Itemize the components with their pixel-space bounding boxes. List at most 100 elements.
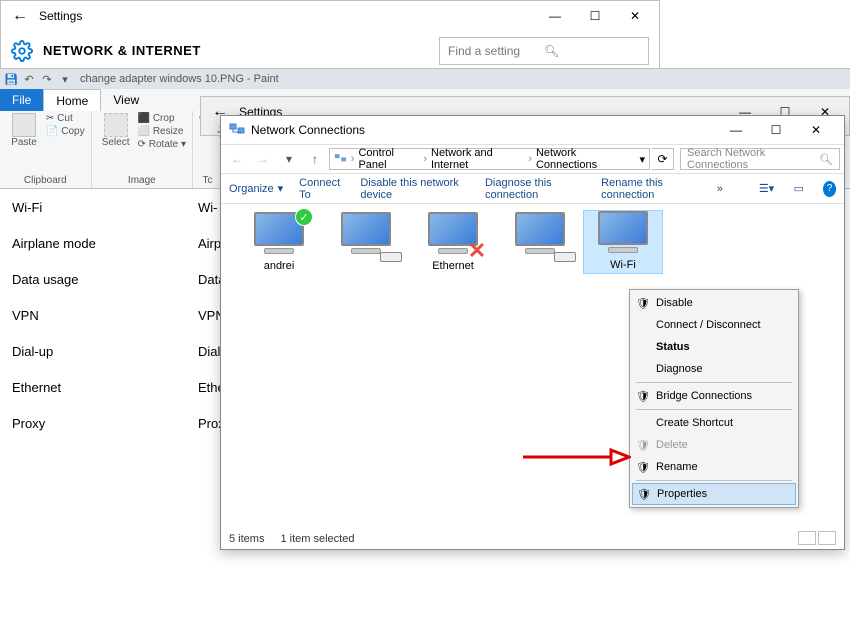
- nav-back-button[interactable]: ←: [225, 147, 249, 171]
- sidebar-item-dialup[interactable]: Dial-up: [0, 333, 190, 369]
- redo-icon[interactable]: ↷: [40, 72, 54, 86]
- window-title: Settings: [35, 9, 535, 23]
- clipboard-label: Clipboard: [6, 175, 85, 186]
- sidebar-item-data-usage[interactable]: Data usage: [0, 261, 190, 297]
- search-input[interactable]: Find a setting 🔍︎: [439, 37, 649, 65]
- ctx-separator: [636, 382, 792, 383]
- rename-button[interactable]: Rename this connection: [601, 177, 697, 201]
- organize-button[interactable]: Organize ▾: [229, 182, 283, 195]
- ctx-diagnose[interactable]: Diagnose: [632, 358, 796, 380]
- back-button[interactable]: ←: [5, 7, 35, 25]
- sidebar-item-wifi[interactable]: Wi-Fi: [0, 189, 190, 225]
- nc-body: ✓ andrei ✕ Ethernet Wi-Fi 🛡︎Disable Conn…: [221, 204, 844, 524]
- ctx-rename[interactable]: 🛡︎Rename: [632, 456, 796, 478]
- close-button[interactable]: ✕: [615, 1, 655, 31]
- ctx-disable[interactable]: 🛡︎Disable: [632, 292, 796, 314]
- view-icons-button[interactable]: [818, 531, 836, 545]
- tab-home[interactable]: Home: [43, 89, 101, 111]
- paint-quick-access: 💾︎ ↶ ↷ ▾ change adapter windows 10.PNG -…: [0, 69, 850, 89]
- ctx-properties[interactable]: 🛡︎Properties: [632, 483, 796, 505]
- sidebar-item-vpn[interactable]: VPN: [0, 297, 190, 333]
- gear-icon: [11, 40, 33, 62]
- breadcrumb-1[interactable]: Control Panel: [358, 147, 419, 171]
- breadcrumb-2[interactable]: Network and Internet: [431, 147, 524, 171]
- view-options-button[interactable]: ☰▾: [758, 179, 774, 199]
- ctx-delete: 🛡︎Delete: [632, 434, 796, 456]
- tab-file[interactable]: File: [0, 89, 43, 111]
- status-selected: 1 item selected: [280, 533, 354, 545]
- nc-toolbar: Organize ▾ Connect To Disable this netwo…: [221, 174, 844, 204]
- settings-sidebar-canvas: Wi-Fi Airplane mode Data usage VPN Dial-…: [0, 189, 190, 441]
- x-icon: ✕: [467, 238, 487, 258]
- shield-icon: 🛡︎: [637, 487, 651, 501]
- save-icon[interactable]: 💾︎: [4, 72, 18, 86]
- nc-titlebar: Network Connections ― ☐ ✕: [221, 116, 844, 144]
- qat-more-icon[interactable]: ▾: [58, 72, 72, 86]
- settings-window-1: ← Settings ― ☐ ✕ NETWORK & INTERNET Find…: [0, 0, 660, 72]
- help-button[interactable]: ?: [823, 181, 836, 197]
- address-box[interactable]: › Control Panel › Network and Internet ›…: [329, 148, 650, 170]
- annotation-arrow: [521, 447, 631, 467]
- sidebar-item-airplane[interactable]: Airplane mode: [0, 225, 190, 261]
- device-4[interactable]: [500, 212, 580, 274]
- tab-view[interactable]: View: [101, 89, 151, 111]
- addr-dropdown-icon[interactable]: ▾: [639, 153, 645, 166]
- paste-button[interactable]: Paste: [6, 113, 42, 148]
- ribbon-image-group: Select ⬛ Crop ⬜ Resize ⟳ Rotate ▾ Image: [92, 111, 193, 188]
- nc-search-input[interactable]: Search Network Connections 🔍︎: [680, 148, 840, 170]
- nc-title: Network Connections: [251, 123, 716, 137]
- image-label: Image: [98, 175, 186, 186]
- nc-maximize-button[interactable]: ☐: [756, 115, 796, 145]
- network-icon-small: [334, 152, 347, 166]
- nc-minimize-button[interactable]: ―: [716, 115, 756, 145]
- sidebar-item-ethernet[interactable]: Ethernet: [0, 369, 190, 405]
- header-label: NETWORK & INTERNET: [43, 43, 201, 58]
- disable-device-button[interactable]: Disable this network device: [360, 177, 469, 201]
- ribbon-clipboard-group: Paste ✂ Cut 📄 Copy Clipboard: [0, 111, 92, 188]
- shield-icon: 🛡︎: [636, 460, 650, 474]
- refresh-button[interactable]: ⟳: [652, 148, 674, 170]
- shield-icon: 🛡︎: [636, 438, 650, 452]
- shield-icon: 🛡︎: [636, 296, 650, 310]
- paint-title: change adapter windows 10.PNG - Paint: [80, 73, 279, 85]
- device-wifi[interactable]: Wi-Fi: [583, 210, 663, 274]
- copy-button[interactable]: 📄 Copy: [46, 126, 85, 137]
- view-details-button[interactable]: [798, 531, 816, 545]
- maximize-button[interactable]: ☐: [575, 1, 615, 31]
- device-andrei[interactable]: ✓ andrei: [239, 212, 319, 274]
- resize-button[interactable]: ⬜ Resize: [138, 126, 186, 137]
- nav-forward-button[interactable]: →: [251, 147, 275, 171]
- cut-button[interactable]: ✂ Cut: [46, 113, 85, 124]
- sidebar-item-proxy[interactable]: Proxy: [0, 405, 190, 441]
- network-icon: [229, 122, 245, 138]
- device-ethernet[interactable]: ✕ Ethernet: [413, 212, 493, 274]
- context-menu: 🛡︎Disable Connect / Disconnect Status Di…: [629, 289, 799, 508]
- nav-up-button[interactable]: ↑: [303, 147, 327, 171]
- search-icon: 🔍︎: [544, 44, 640, 58]
- breadcrumb-3[interactable]: Network Connections: [536, 147, 632, 171]
- diagnose-button[interactable]: Diagnose this connection: [485, 177, 585, 201]
- select-button[interactable]: Select: [98, 113, 134, 150]
- check-icon: ✓: [295, 208, 313, 226]
- nc-close-button[interactable]: ✕: [796, 115, 836, 145]
- ctx-connect[interactable]: Connect / Disconnect: [632, 314, 796, 336]
- connect-to-button[interactable]: Connect To: [299, 177, 344, 201]
- search-placeholder: Find a setting: [448, 44, 544, 58]
- device-2[interactable]: [326, 212, 406, 274]
- shield-icon: 🛡︎: [636, 389, 650, 403]
- minimize-button[interactable]: ―: [535, 1, 575, 31]
- crop-button[interactable]: ⬛ Crop: [138, 113, 186, 124]
- toolbar-overflow[interactable]: »: [713, 183, 726, 195]
- nav-recent-button[interactable]: ▾: [277, 147, 301, 171]
- rotate-button[interactable]: ⟳ Rotate ▾: [138, 139, 186, 150]
- undo-icon[interactable]: ↶: [22, 72, 36, 86]
- ctx-shortcut[interactable]: Create Shortcut: [632, 412, 796, 434]
- ctx-bridge[interactable]: 🛡︎Bridge Connections: [632, 385, 796, 407]
- search-icon: 🔍︎: [819, 153, 833, 166]
- ctx-status[interactable]: Status: [632, 336, 796, 358]
- modem-icon: [554, 252, 576, 262]
- status-items: 5 items: [229, 533, 264, 545]
- nc-address-bar: ← → ▾ ↑ › Control Panel › Network and In…: [221, 144, 844, 174]
- preview-pane-button[interactable]: ▭: [791, 179, 807, 199]
- titlebar: ← Settings ― ☐ ✕: [1, 1, 659, 31]
